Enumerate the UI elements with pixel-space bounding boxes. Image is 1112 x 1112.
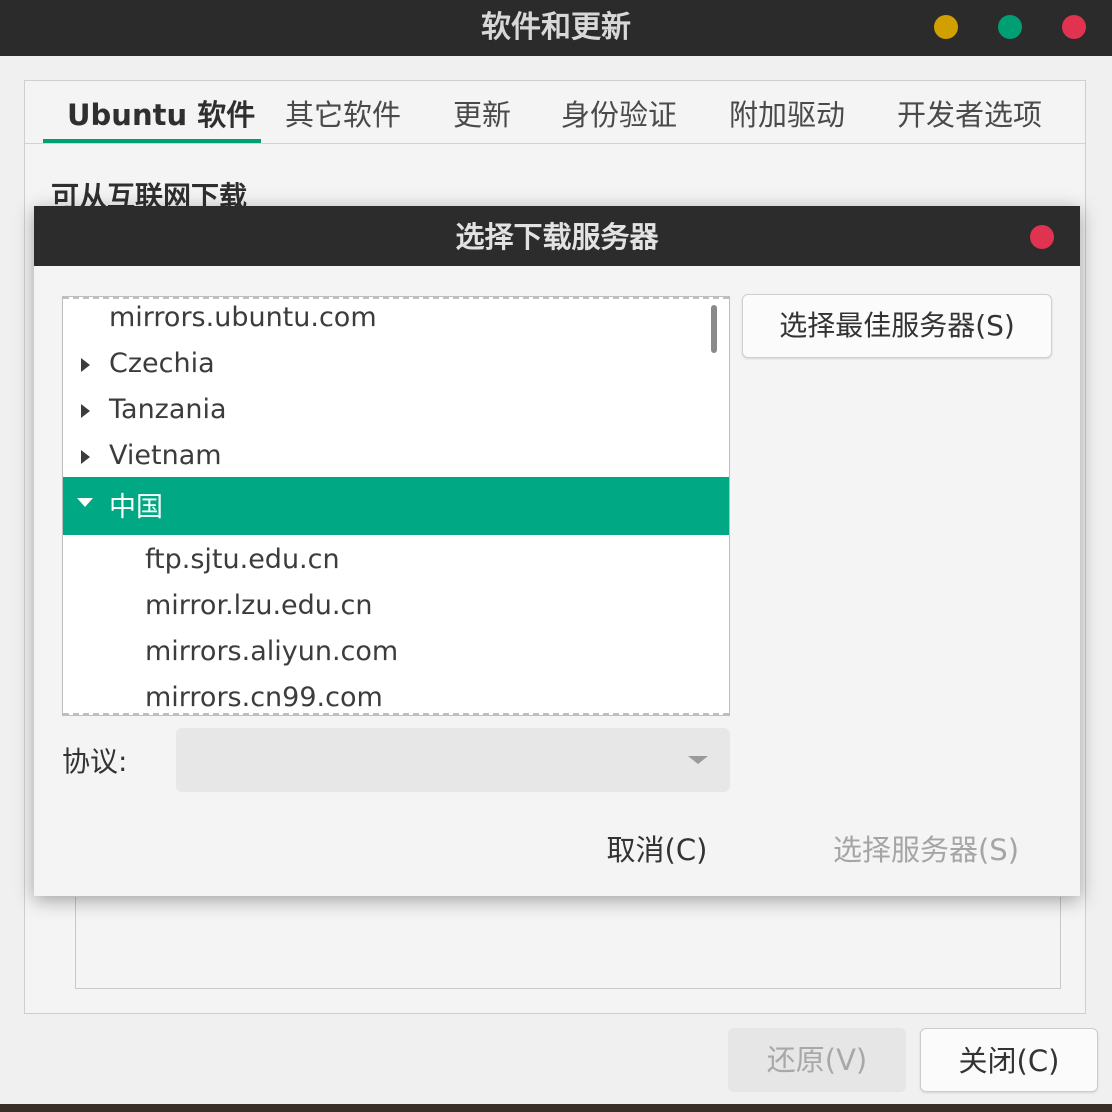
- choose-server-dialog: 选择下载服务器 mirrors.ubuntu.com Czechia Tanza…: [34, 206, 1080, 896]
- expand-arrow-icon[interactable]: [81, 450, 90, 464]
- list-border-bottom: [63, 713, 729, 715]
- list-item-label: mirror.lzu.edu.cn: [145, 590, 373, 621]
- tab-developer-options[interactable]: 开发者选项: [897, 81, 1042, 143]
- expand-arrow-icon[interactable]: [81, 404, 90, 418]
- tab-updates[interactable]: 更新: [453, 81, 511, 143]
- collapse-arrow-icon[interactable]: [77, 498, 93, 507]
- tab-other-software[interactable]: 其它软件: [285, 81, 401, 143]
- close-window-button[interactable]: [1062, 15, 1086, 39]
- cancel-button[interactable]: 取消(C): [592, 820, 722, 880]
- server-tree-list[interactable]: mirrors.ubuntu.com Czechia Tanzania Viet…: [62, 296, 730, 716]
- list-item-label: 中国: [109, 492, 163, 523]
- list-item-label: mirrors.cn99.com: [145, 682, 383, 713]
- list-item[interactable]: mirrors.aliyun.com: [63, 629, 729, 675]
- content-frame: [75, 897, 1061, 989]
- list-item[interactable]: ftp.sjtu.edu.cn: [63, 537, 729, 583]
- list-item-label: Vietnam: [109, 440, 222, 471]
- maximize-button[interactable]: [998, 15, 1022, 39]
- list-item-label: mirrors.ubuntu.com: [109, 302, 377, 333]
- list-scrollbar[interactable]: [711, 305, 717, 353]
- list-item[interactable]: mirrors.ubuntu.com: [63, 297, 729, 341]
- list-item[interactable]: mirror.lzu.edu.cn: [63, 583, 729, 629]
- tab-additional-drivers[interactable]: 附加驱动: [729, 81, 845, 143]
- list-item-selected[interactable]: 中国: [63, 477, 729, 535]
- window-titlebar[interactable]: 软件和更新: [0, 0, 1112, 56]
- dialog-titlebar[interactable]: 选择下载服务器: [34, 206, 1080, 266]
- tab-ubuntu-software[interactable]: Ubuntu 软件: [67, 81, 255, 143]
- tab-bar: Ubuntu 软件 其它软件 更新 身份验证 附加驱动 开发者选项: [25, 81, 1085, 144]
- list-item[interactable]: Vietnam: [63, 433, 729, 479]
- list-item-label: Czechia: [109, 348, 215, 379]
- chevron-down-icon: [688, 756, 708, 764]
- revert-button[interactable]: 还原(V): [728, 1028, 906, 1092]
- select-best-server-button[interactable]: 选择最佳服务器(S): [742, 294, 1052, 358]
- list-item-label: mirrors.aliyun.com: [145, 636, 399, 667]
- expand-arrow-icon[interactable]: [81, 358, 90, 372]
- tab-authentication[interactable]: 身份验证: [561, 81, 677, 143]
- dialog-title: 选择下载服务器: [455, 220, 659, 254]
- protocol-label: 协议:: [62, 745, 128, 778]
- list-item-label: Tanzania: [109, 394, 227, 425]
- protocol-dropdown[interactable]: [176, 728, 730, 792]
- list-item[interactable]: mirrors.cn99.com: [63, 675, 729, 715]
- list-item[interactable]: Tanzania: [63, 387, 729, 433]
- active-tab-indicator: [43, 139, 261, 143]
- list-item[interactable]: Czechia: [63, 341, 729, 387]
- minimize-button[interactable]: [934, 15, 958, 39]
- dialog-close-button[interactable]: [1030, 225, 1054, 249]
- close-button[interactable]: 关闭(C): [920, 1028, 1098, 1092]
- choose-server-button[interactable]: 选择服务器(S): [824, 820, 1028, 880]
- list-item-label: ftp.sjtu.edu.cn: [145, 544, 340, 575]
